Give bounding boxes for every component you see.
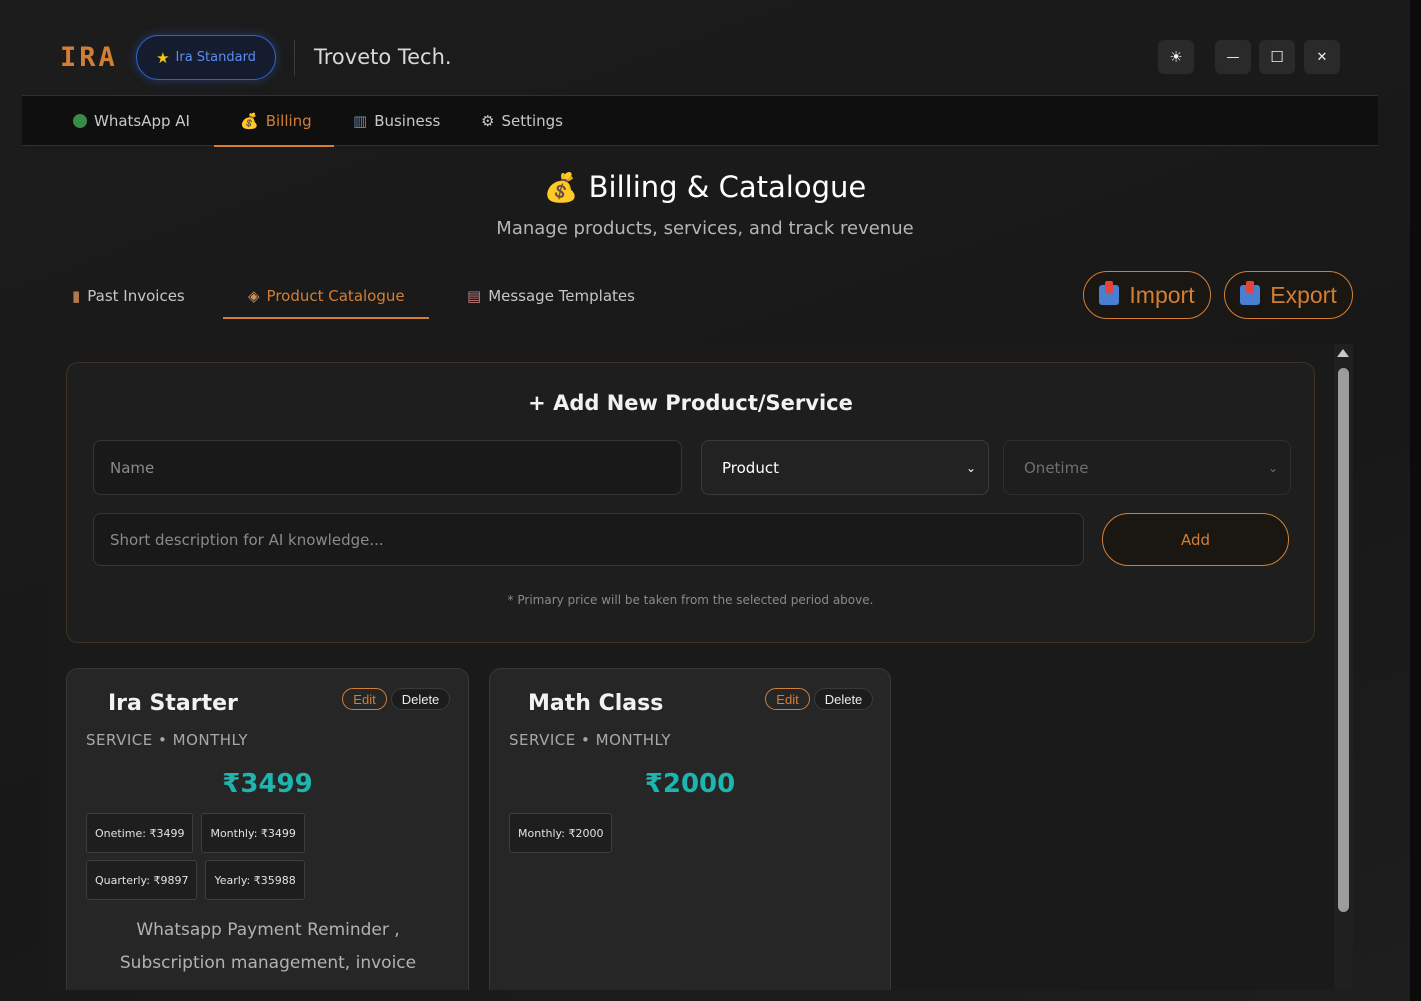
tab-business[interactable]: ▥ Business	[353, 96, 440, 146]
active-tab-indicator	[223, 317, 429, 319]
minimize-button[interactable]: —	[1215, 40, 1251, 74]
package-icon: ◈	[248, 286, 260, 305]
gear-icon: ⚙	[481, 112, 495, 130]
plan-badge-label: Ira Standard	[175, 50, 256, 65]
product-type-select[interactable]: Product ⌄	[701, 440, 989, 495]
product-card: Math Class Edit Delete SERVICE • MONTHLY…	[489, 668, 891, 990]
price-chips: Onetime: ₹3499 Monthly: ₹3499 Quarterly:…	[86, 813, 416, 900]
tab-past-invoices[interactable]: ▮ Past Invoices	[72, 272, 185, 319]
delete-button[interactable]: Delete	[391, 688, 450, 710]
scrollbar-thumb[interactable]	[1338, 368, 1349, 912]
tab-past-invoices-label: Past Invoices	[87, 286, 185, 305]
chevron-down-icon: ⌄	[965, 460, 976, 475]
app-window: IRA ★ Ira Standard Troveto Tech. ☀ — ☐ ✕…	[0, 0, 1410, 1001]
close-icon: ✕	[1316, 49, 1328, 65]
page-title: 💰 Billing & Catalogue	[0, 170, 1410, 204]
sun-icon: ☀	[1169, 48, 1183, 66]
import-button[interactable]: Import	[1083, 271, 1211, 319]
add-product-form: + Add New Product/Service Product ⌄ Onet…	[66, 362, 1315, 643]
plan-badge[interactable]: ★ Ira Standard	[136, 35, 276, 80]
maximize-icon: ☐	[1270, 48, 1284, 66]
building-icon: ▥	[353, 112, 368, 130]
scroll-icon: ▮	[72, 286, 81, 305]
star-icon: ★	[156, 48, 170, 67]
tab-settings[interactable]: ⚙ Settings	[481, 96, 563, 146]
tab-message-templates[interactable]: ▤ Message Templates	[467, 272, 635, 319]
theme-toggle-button[interactable]: ☀	[1158, 40, 1194, 74]
price-chip: Onetime: ₹3499	[86, 813, 194, 853]
outbox-tray-icon	[1240, 281, 1261, 305]
product-name: Math Class	[528, 691, 664, 716]
catalogue-scroll-area[interactable]: + Add New Product/Service Product ⌄ Onet…	[47, 344, 1334, 990]
product-card: Ira Starter Edit Delete SERVICE • MONTHL…	[66, 668, 469, 990]
memo-icon: ▤	[467, 286, 482, 305]
product-name-input[interactable]	[110, 441, 681, 494]
price-chip: Quarterly: ₹9897	[86, 860, 198, 900]
price-chip: Monthly: ₹3499	[201, 813, 305, 853]
vertical-scrollbar[interactable]	[1334, 344, 1353, 990]
company-name: Troveto Tech.	[314, 45, 452, 69]
add-form-title: + Add New Product/Service	[528, 391, 853, 415]
billing-period-select[interactable]: Onetime ⌄	[1003, 440, 1291, 495]
export-button[interactable]: Export	[1224, 271, 1353, 319]
product-description: Whatsapp Payment Reminder , Subscription…	[119, 920, 417, 973]
window-edge	[1410, 0, 1421, 1001]
price-chip: Yearly: ₹35988	[205, 860, 305, 900]
app-logo: IRA	[60, 42, 118, 73]
edit-button[interactable]: Edit	[342, 688, 387, 710]
inbox-tray-icon	[1099, 281, 1120, 305]
title-bar: IRA ★ Ira Standard Troveto Tech. ☀ — ☐ ✕	[22, 20, 1378, 96]
description-field[interactable]	[93, 513, 1084, 566]
tab-billing[interactable]: 💰 Billing	[214, 96, 334, 147]
product-name: Ira Starter	[108, 691, 238, 716]
maximize-button[interactable]: ☐	[1259, 40, 1295, 74]
edit-button[interactable]: Edit	[765, 688, 810, 710]
money-bag-icon: 💰	[543, 171, 579, 204]
price-chip: Monthly: ₹2000	[509, 813, 613, 853]
billing-period-value: Onetime	[1024, 458, 1089, 477]
page-subtitle: Manage products, services, and track rev…	[496, 218, 914, 239]
header-divider	[294, 40, 295, 76]
description-input[interactable]	[110, 514, 1083, 565]
page-title-text: Billing & Catalogue	[588, 170, 867, 204]
product-type-value: Product	[722, 458, 779, 477]
import-label: Import	[1129, 281, 1195, 308]
close-button[interactable]: ✕	[1304, 40, 1340, 74]
product-name-field[interactable]	[93, 440, 682, 495]
product-meta: SERVICE • MONTHLY	[509, 731, 672, 749]
main-nav: WhatsApp AI 💰 Billing ▥ Business ⚙ Setti…	[22, 96, 1378, 147]
product-meta: SERVICE • MONTHLY	[86, 731, 249, 749]
export-label: Export	[1270, 281, 1337, 308]
tab-whatsapp-ai[interactable]: WhatsApp AI	[73, 96, 190, 146]
product-price: ₹3499	[222, 769, 313, 799]
scroll-up-arrow-icon[interactable]	[1337, 349, 1349, 357]
price-note: * Primary price will be taken from the s…	[507, 593, 874, 607]
price-chips: Monthly: ₹2000	[509, 813, 839, 853]
tab-business-label: Business	[374, 112, 441, 130]
money-bag-icon: 💰	[240, 112, 259, 130]
tab-billing-label: Billing	[265, 112, 312, 130]
tab-settings-label: Settings	[501, 112, 563, 130]
whatsapp-status-icon	[73, 114, 87, 128]
add-product-button[interactable]: Add	[1102, 513, 1289, 566]
product-price: ₹2000	[644, 769, 736, 799]
tab-message-templates-label: Message Templates	[488, 286, 635, 305]
tab-product-catalogue-label: Product Catalogue	[266, 286, 405, 305]
chevron-down-icon: ⌄	[1267, 460, 1278, 475]
tab-product-catalogue[interactable]: ◈ Product Catalogue	[248, 272, 405, 319]
delete-button[interactable]: Delete	[814, 688, 873, 710]
tab-whatsapp-ai-label: WhatsApp AI	[94, 112, 190, 130]
minimize-icon: —	[1226, 49, 1240, 65]
